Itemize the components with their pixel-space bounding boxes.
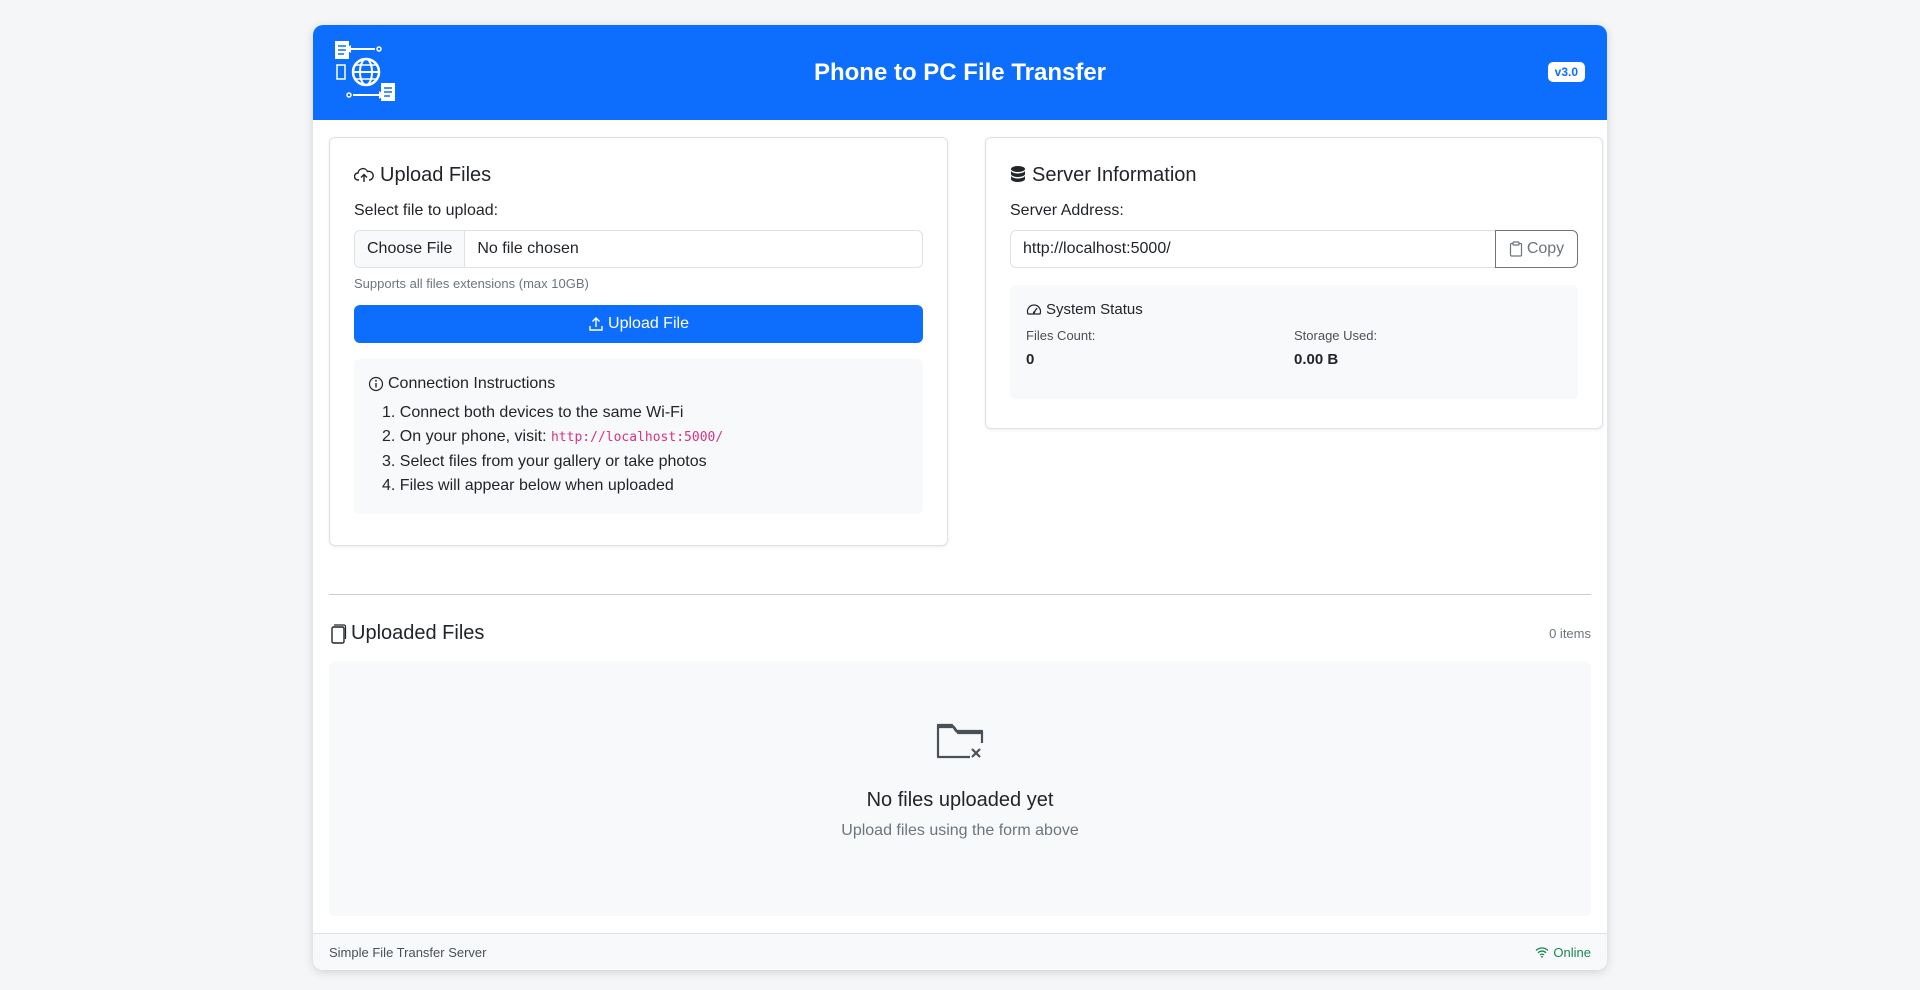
file-input[interactable]: Choose File No file chosen [354,230,923,268]
footer-text: Simple File Transfer Server [329,944,487,960]
list-item: 4. Files will appear below when uploaded [382,474,909,498]
speedometer-icon [1026,303,1042,315]
storage-used-stat: Storage Used: 0.00 B [1294,328,1562,368]
upload-card: Upload Files Select file to upload: Choo… [329,137,948,546]
system-status: System Status Files Count: 0 Storage Use… [1010,285,1578,399]
cloud-upload-icon [354,167,374,182]
files-count-badge: 0 items [1549,626,1591,641]
storage-used-value: 0.00 B [1294,351,1339,368]
file-hint: Supports all files extensions (max 10GB) [354,276,589,291]
upload-button-label: Upload File [608,315,689,332]
empty-state: No files uploaded yet Upload files using… [329,661,1591,916]
empty-state-title: No files uploaded yet [866,789,1054,811]
cards-row: Upload Files Select file to upload: Choo… [329,137,1603,547]
server-address-label: Server Address: [1010,202,1124,219]
upload-title-text: Upload Files [380,163,492,186]
folder-x-icon [936,723,984,759]
page-title: Phone to PC File Transfer [813,58,1107,86]
select-file-label: Select file to upload: [354,202,499,219]
server-url-code: http://localhost:5000/ [550,430,724,445]
footer: Simple File Transfer Server Online [313,933,1607,970]
status-grid: Files Count: 0 Storage Used: 0.00 B [1026,328,1562,368]
clipboard-icon [1509,241,1522,257]
files-count-stat: Files Count: 0 [1026,328,1294,368]
copy-button[interactable]: Copy [1495,230,1578,268]
list-item-text: Connect both devices to the same Wi-Fi [399,404,684,421]
upload-file-button[interactable]: Upload File [354,305,923,343]
version-badge: v3.0 [1547,62,1585,82]
connection-instructions: Connection Instructions 1. Connect both … [354,359,923,514]
choose-file-button[interactable]: Choose File [355,231,466,267]
list-item-number: 1. [382,404,396,421]
uploaded-files-title: Uploaded Files [329,622,484,645]
list-item-text: Files will appear below when uploaded [399,477,674,494]
file-transfer-logo-icon [335,41,395,101]
list-item-text: On your phone, visit: [399,428,551,445]
files-count-label: Files Count: [1026,328,1096,343]
header: Phone to PC File Transfer v3.0 [313,25,1607,120]
server-address-group: http://localhost:5000/ Copy [1010,230,1578,268]
storage-used-label: Storage Used: [1294,328,1378,343]
list-item-number: 4. [382,477,396,494]
files-count-value: 0 [1026,351,1035,368]
server-card-title: Server Information [1010,162,1578,188]
system-status-title: System Status [1026,301,1562,318]
server-address-field[interactable]: http://localhost:5000/ [1010,230,1495,268]
list-item-text: Select files from your gallery or take p… [399,453,707,470]
wifi-icon [1535,947,1549,958]
copy-button-label: Copy [1526,240,1565,257]
uploaded-files-header: Uploaded Files 0 items [329,622,1591,645]
instructions-title-text: Connection Instructions [388,375,556,392]
instructions-title: Connection Instructions [368,375,909,393]
server-title-text: Server Information [1032,163,1197,186]
online-status: Online [1535,945,1591,960]
file-status-text: No file chosen [477,240,579,257]
list-item-number: 3. [382,453,396,470]
database-icon [1011,166,1025,182]
online-status-text: Online [1553,944,1591,960]
list-item-number: 2. [382,428,396,445]
uploaded-files-title-text: Uploaded Files [351,622,485,644]
system-status-title-text: System Status [1046,301,1143,318]
list-item: 1. Connect both devices to the same Wi-F… [382,401,909,425]
instructions-list: 1. Connect both devices to the same Wi-F… [368,401,909,498]
section-divider [329,594,1591,595]
server-card: Server Information Server Address: http:… [985,137,1603,429]
upload-icon [589,317,603,331]
files-icon [331,623,347,644]
app-container: Phone to PC File Transfer v3.0 Upload Fi… [313,25,1607,970]
upload-card-title: Upload Files [354,162,923,188]
info-icon [368,376,384,392]
list-item: 2. On your phone, visit: http://localhos… [382,425,909,450]
list-item: 3. Select files from your gallery or tak… [382,450,909,474]
empty-state-subtitle: Upload files using the form above [841,822,1079,839]
